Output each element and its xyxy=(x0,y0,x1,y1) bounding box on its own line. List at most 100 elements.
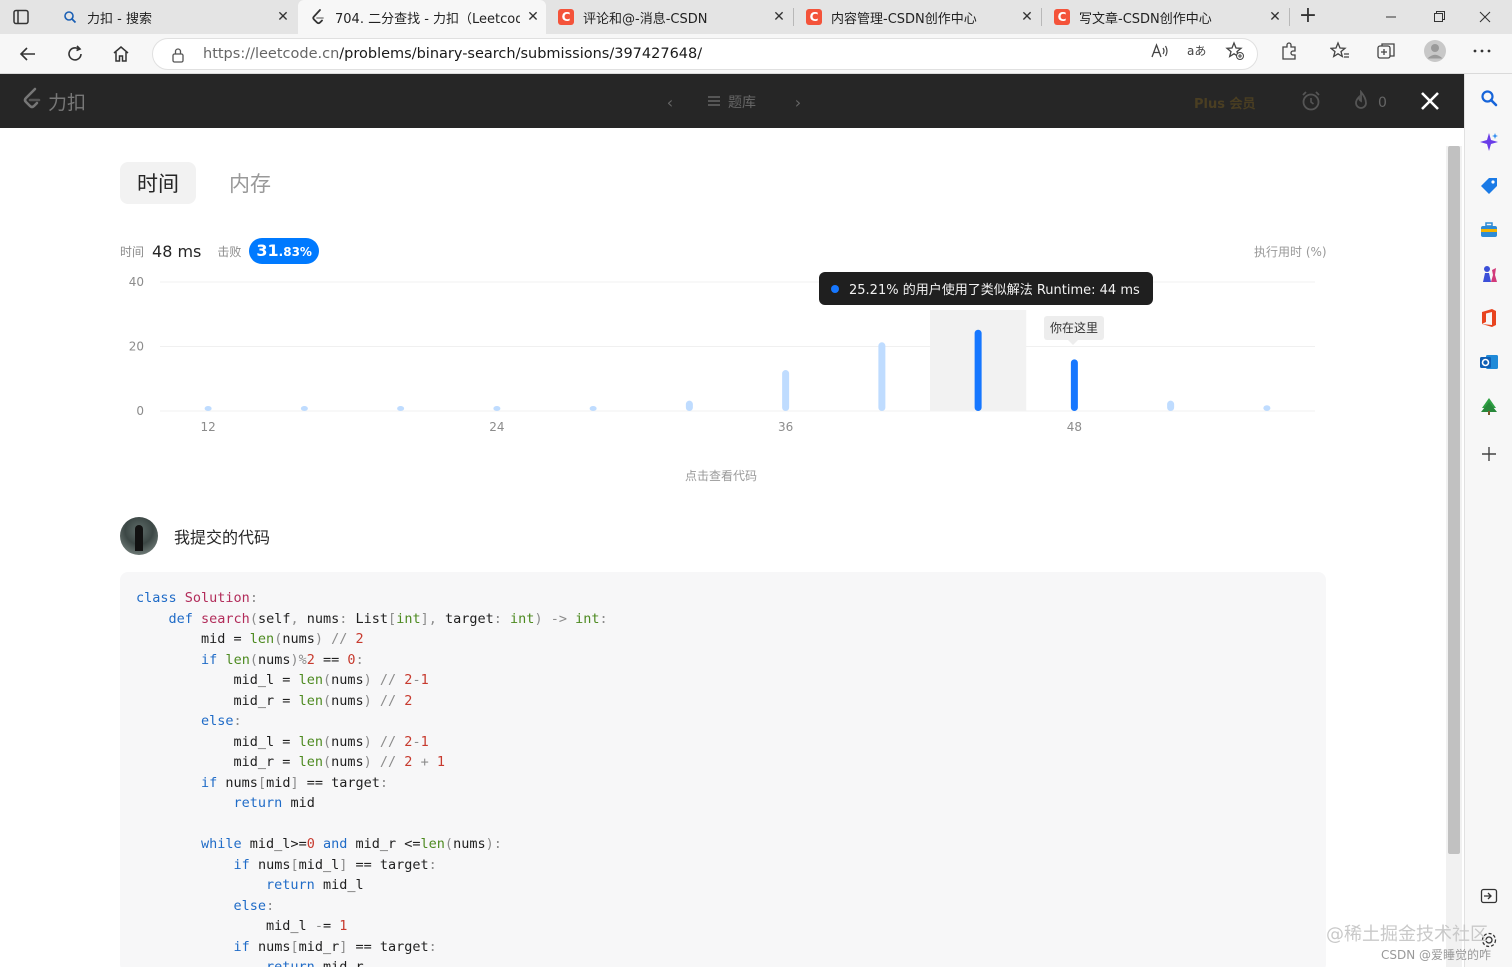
avatar[interactable] xyxy=(120,517,158,555)
browser-tab[interactable]: C 评论和@-消息-CSDN ✕ xyxy=(546,2,792,32)
code-line: mid_r = len(nums) // 2 xyxy=(136,692,413,709)
close-tab-icon[interactable]: ✕ xyxy=(1262,9,1288,25)
code-line: if nums[mid] == target: xyxy=(201,774,389,791)
chart-bar xyxy=(493,406,501,411)
close-tab-icon[interactable]: ✕ xyxy=(270,9,296,25)
watermark-text: @稀土掘金技术社区 xyxy=(1326,924,1488,945)
tab-title: 评论和@-消息-CSDN xyxy=(583,11,708,27)
chart-bar xyxy=(974,329,982,411)
problem-nav: ‹ 题库 › xyxy=(660,92,808,112)
extensions-icon[interactable] xyxy=(1279,41,1299,61)
add-sidebar-app-icon[interactable] xyxy=(1479,444,1499,464)
url-path: /problems/binary-search/submissions/3974… xyxy=(339,46,703,62)
translate-icon[interactable]: aあ xyxy=(1187,41,1207,61)
close-tab-icon[interactable]: ✕ xyxy=(766,9,792,25)
my-code-title: 我提交的代码 xyxy=(174,528,271,547)
close-tab-icon[interactable]: ✕ xyxy=(1014,9,1040,25)
browser-tab-active[interactable]: 704. 二分查找 - 力扣（Leetcode ✕ xyxy=(298,0,546,34)
maximize-button[interactable] xyxy=(1428,6,1450,28)
problem-list-label: 题库 xyxy=(728,95,756,111)
view-code-link[interactable]: 点击查看代码 xyxy=(685,467,757,484)
flame-icon xyxy=(1352,89,1370,116)
time-value: 48 ms xyxy=(152,241,202,261)
read-aloud-icon[interactable] xyxy=(1150,41,1170,61)
chart-bar xyxy=(685,400,693,411)
back-arrow-icon[interactable] xyxy=(16,42,40,66)
tab-time[interactable]: 时间 xyxy=(120,162,196,204)
code-line: mid_l -= 1 xyxy=(136,918,348,934)
list-menu-icon xyxy=(708,94,720,110)
outlook-icon[interactable] xyxy=(1479,352,1499,372)
code-line: else: xyxy=(233,897,275,914)
streak-counter[interactable]: 0 xyxy=(1352,89,1387,116)
more-menu-icon[interactable] xyxy=(1472,41,1492,61)
tooltip-text: 25.21% 的用户使用了类似解法 Runtime: 44 ms xyxy=(849,283,1140,298)
leetcode-header: 力扣 ‹ 题库 › Plus 会员 0 xyxy=(0,74,1464,128)
collections-icon[interactable] xyxy=(1376,41,1396,61)
browser-tab[interactable]: C 内容管理-CSDN创作中心 ✕ xyxy=(794,2,1040,32)
prev-problem-chevron-icon[interactable]: ‹ xyxy=(660,93,680,112)
tools-briefcase-icon[interactable] xyxy=(1479,220,1499,240)
chart-bar xyxy=(589,406,597,411)
beat-percentage-badge: 31.83% xyxy=(249,238,319,264)
tree-app-icon[interactable] xyxy=(1479,396,1499,416)
beat-int: 31 xyxy=(256,241,279,260)
lock-icon[interactable] xyxy=(171,47,185,67)
code-line: return mid_l xyxy=(266,877,364,893)
leetcode-logo[interactable]: 力扣 xyxy=(22,87,86,116)
address-bar[interactable]: https://leetcode.cn/problems/binary-sear… xyxy=(152,38,1258,70)
code-line: mid_r = len(nums) // 2 + 1 xyxy=(136,754,445,770)
favorites-icon[interactable] xyxy=(1330,41,1350,61)
chart-bar xyxy=(1263,405,1271,411)
csdn-icon: C xyxy=(558,9,574,25)
games-chess-icon[interactable] xyxy=(1479,264,1499,284)
browser-tab[interactable]: 力扣 - 搜索 ✕ xyxy=(50,2,296,32)
minimize-button[interactable] xyxy=(1380,6,1402,28)
leetcode-logo-text: 力扣 xyxy=(48,92,87,114)
my-submission-header: 我提交的代码 xyxy=(120,517,270,555)
close-window-button[interactable] xyxy=(1474,6,1496,28)
browser-tab[interactable]: C 写文章-CSDN创作中心 ✕ xyxy=(1042,2,1288,32)
x-tick-label: 36 xyxy=(778,420,793,434)
chart-axis-title: 执行用时 (%) xyxy=(1254,245,1327,259)
close-tab-icon[interactable]: ✕ xyxy=(520,9,546,25)
you-are-here-marker: 你在这里 xyxy=(1044,316,1105,345)
code-block[interactable]: class Solution: def search(self, nums: L… xyxy=(120,572,1326,967)
chart-bar xyxy=(878,342,886,411)
copilot-sparkle-icon[interactable] xyxy=(1479,132,1499,152)
tab-memory[interactable]: 内存 xyxy=(212,162,288,204)
refresh-icon[interactable] xyxy=(63,42,87,66)
browser-tab-bar: 力扣 - 搜索 ✕ 704. 二分查找 - 力扣（Leetcode ✕ C 评论… xyxy=(0,0,1512,34)
profile-avatar-icon[interactable] xyxy=(1423,39,1447,63)
url-host: https://leetcode.cn xyxy=(203,46,340,62)
beat-label: 击败 xyxy=(217,244,242,259)
y-tick-label: 40 xyxy=(129,275,144,289)
code-line: def search(self, nums: List[int], target… xyxy=(168,610,608,627)
leetcode-icon xyxy=(310,9,326,25)
chart-bar xyxy=(782,370,790,411)
chart-bar xyxy=(204,406,212,411)
close-submission-button[interactable] xyxy=(1415,86,1445,116)
problem-list-button[interactable]: 题库 xyxy=(708,92,756,112)
shopping-tag-icon[interactable] xyxy=(1479,176,1499,196)
code-line: return mid xyxy=(233,795,315,811)
plus-membership-link[interactable]: Plus 会员 xyxy=(1194,93,1256,112)
metric-tabs: 时间 内存 xyxy=(120,162,288,204)
chart-bar xyxy=(397,406,405,411)
tab-title: 704. 二分查找 - 力扣（Leetcode xyxy=(335,11,520,27)
scrollbar-thumb[interactable] xyxy=(1448,146,1460,854)
x-tick-label: 24 xyxy=(489,420,504,434)
tab-actions-icon[interactable] xyxy=(12,8,30,26)
alarm-clock-icon[interactable] xyxy=(1300,90,1322,116)
new-tab-button[interactable]: + xyxy=(1296,5,1320,29)
search-icon[interactable] xyxy=(1479,88,1499,108)
next-problem-chevron-icon[interactable]: › xyxy=(788,93,808,112)
watermark-subtext: CSDN @爱睡觉的咋 xyxy=(1381,948,1492,962)
add-favorite-icon[interactable] xyxy=(1225,41,1245,61)
sidebar-layout-icon[interactable] xyxy=(1479,886,1499,906)
y-tick-label: 0 xyxy=(136,404,144,418)
time-label: 时间 xyxy=(120,244,145,259)
home-icon[interactable] xyxy=(109,42,133,66)
office-icon[interactable] xyxy=(1479,308,1499,328)
